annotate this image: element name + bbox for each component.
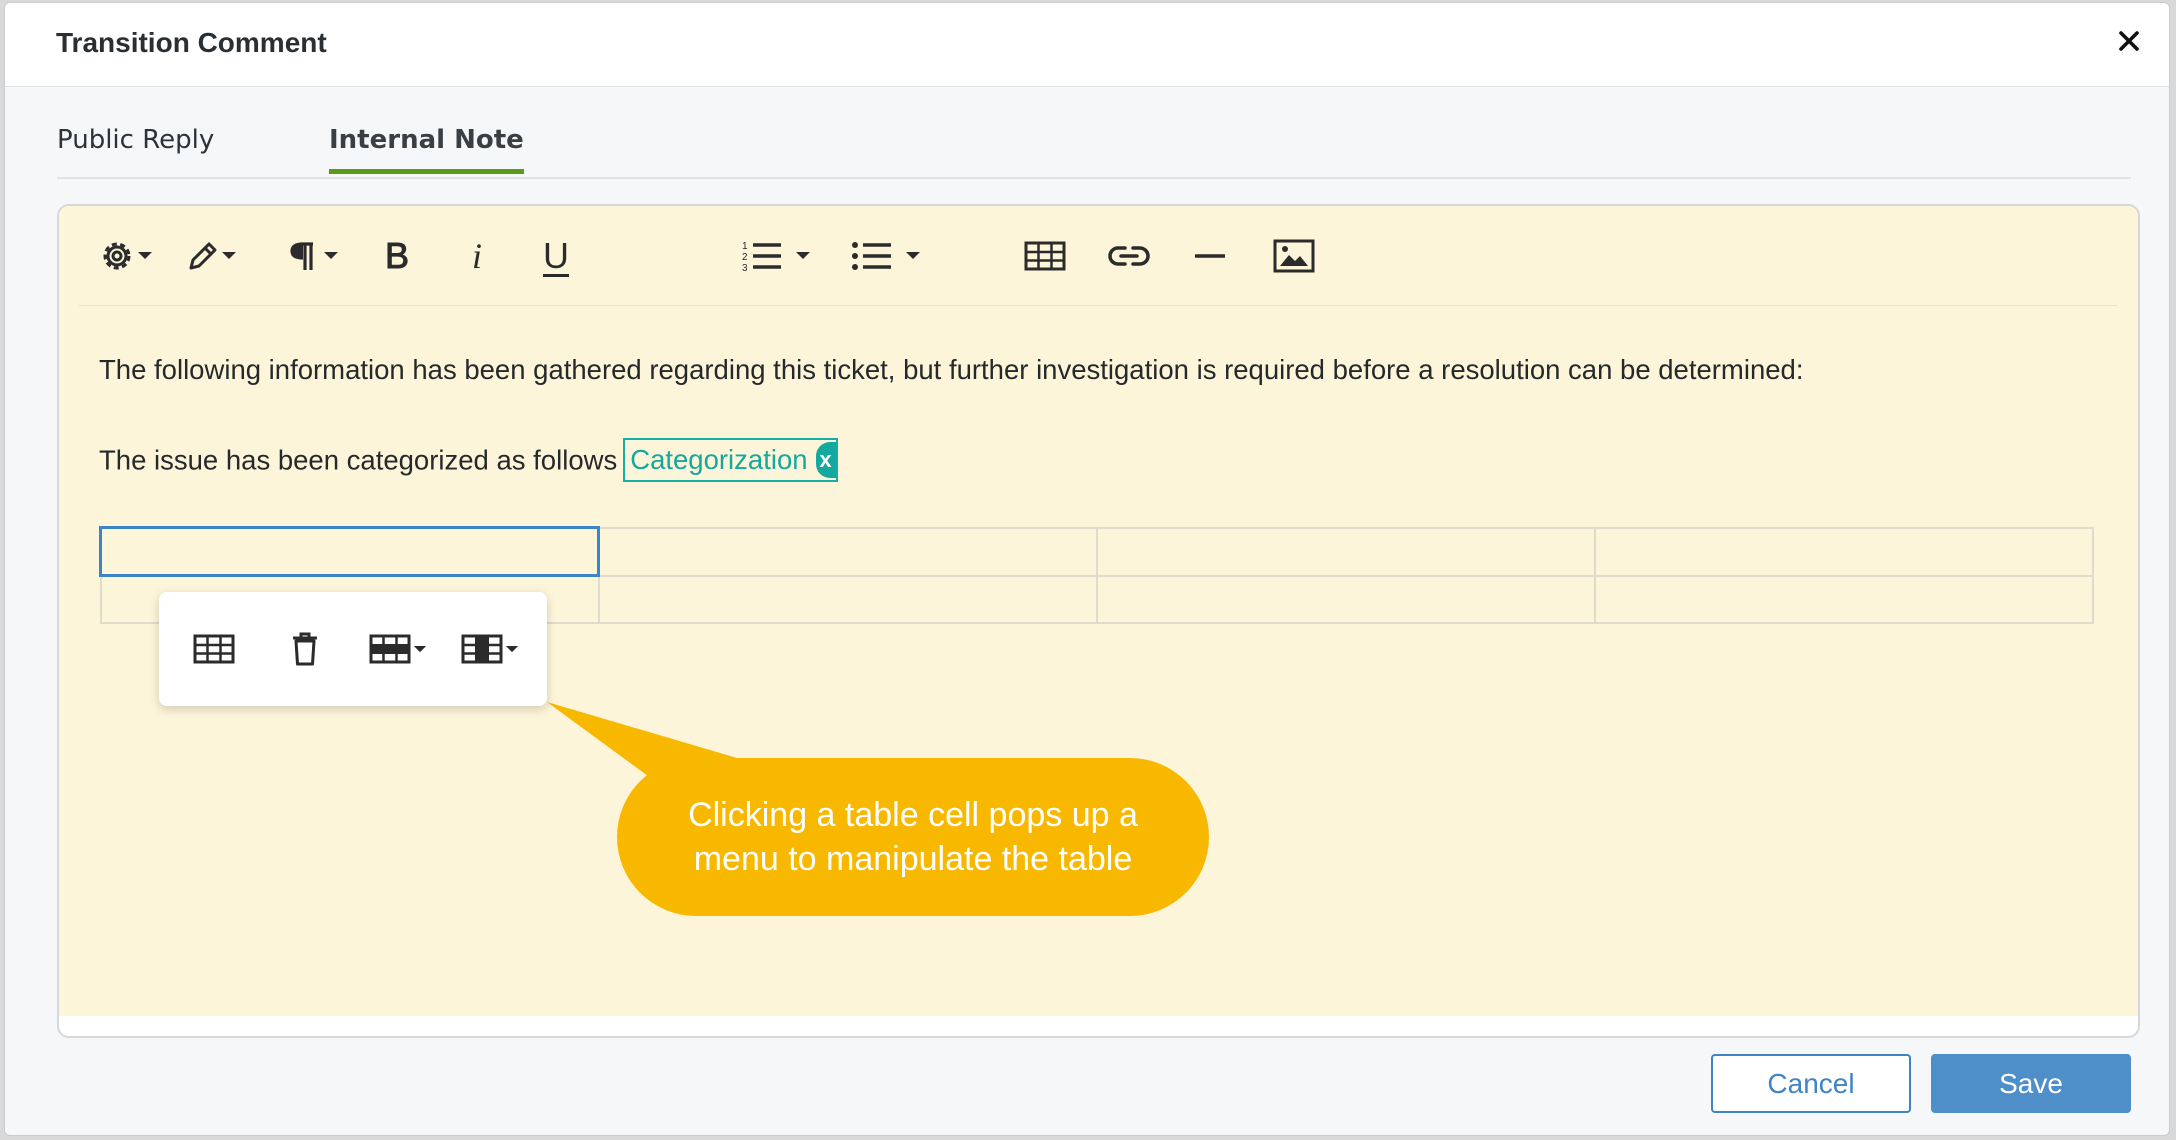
table-context-menu: [159, 592, 547, 706]
table-cell[interactable]: [597, 574, 1098, 624]
transition-comment-dialog: Transition Comment Public Reply Internal…: [4, 2, 2170, 1136]
settings-dropdown-button[interactable]: [97, 234, 153, 278]
rich-text-editor: B i U 1 2 3 The following information ha…: [57, 204, 2140, 1038]
horizontal-rule-button[interactable]: [1193, 234, 1227, 278]
dialog-header: Transition Comment: [5, 3, 2169, 87]
table-icon: [1024, 241, 1066, 271]
column-options-dropdown-button[interactable]: [461, 628, 519, 670]
categorization-token-label: Categorization: [630, 444, 808, 475]
ordered-list-dropdown-button[interactable]: 1 2 3: [741, 234, 811, 278]
table-cell[interactable]: [1593, 526, 2095, 577]
bold-icon: B: [384, 235, 410, 277]
delete-table-button[interactable]: [291, 628, 319, 670]
save-button[interactable]: Save: [1931, 1054, 2131, 1113]
paragraph-dropdown-button[interactable]: [287, 234, 339, 278]
tab-public-reply[interactable]: Public Reply: [57, 125, 214, 169]
table-properties-button[interactable]: [193, 628, 235, 670]
ordered-list-icon: 1 2 3: [742, 241, 781, 274]
close-icon: [2119, 31, 2139, 51]
chevron-down-icon: [222, 252, 236, 259]
row-options-icon: [369, 634, 411, 664]
svg-text:2: 2: [742, 252, 748, 263]
pen-icon: [189, 242, 217, 270]
underline-button[interactable]: U: [543, 234, 569, 278]
table-cell[interactable]: [98, 526, 601, 577]
horizontal-rule-icon: [1195, 254, 1225, 258]
remove-token-button[interactable]: x: [815, 442, 836, 478]
insert-image-button[interactable]: [1273, 234, 1315, 278]
close-button[interactable]: [2111, 23, 2147, 59]
callout-text: Clicking a table cell pops up a menu to …: [688, 796, 1138, 878]
row-options-dropdown-button[interactable]: [369, 628, 427, 670]
underline-icon: U: [543, 235, 569, 276]
chevron-down-icon: [505, 645, 519, 652]
unordered-list-dropdown-button[interactable]: [851, 234, 921, 278]
svg-text:1: 1: [742, 241, 748, 252]
settings-icon: [103, 242, 131, 270]
table-row: [98, 526, 2095, 577]
table-cell[interactable]: [1095, 574, 1596, 624]
link-icon: [1108, 246, 1150, 266]
chevron-down-icon: [413, 645, 427, 652]
svg-text:3: 3: [742, 263, 748, 274]
unordered-list-icon: [852, 242, 891, 270]
italic-icon: i: [472, 236, 483, 276]
style-dropdown-button[interactable]: [185, 234, 237, 278]
dialog-title: Transition Comment: [56, 27, 327, 58]
table-properties-icon: [193, 634, 235, 664]
cancel-button[interactable]: Cancel: [1711, 1054, 1911, 1113]
chevron-down-icon: [324, 252, 338, 259]
bold-button[interactable]: B: [384, 234, 410, 278]
insert-table-button[interactable]: [1024, 234, 1066, 278]
tab-internal-note[interactable]: Internal Note: [329, 125, 524, 174]
comment-tabs: Public Reply Internal Note: [57, 121, 2131, 179]
paragraph-icon: [290, 242, 313, 270]
note-paragraph-2[interactable]: The issue has been categorized as follow…: [99, 438, 838, 484]
note-paragraph-1[interactable]: The following information has been gathe…: [99, 354, 1803, 386]
image-icon: [1273, 239, 1315, 273]
table-cell[interactable]: [1095, 526, 1596, 577]
tooltip-callout: Clicking a table cell pops up a menu to …: [617, 758, 1209, 916]
table-cell[interactable]: [597, 526, 1098, 577]
italic-button[interactable]: i: [472, 234, 482, 278]
column-options-icon: [461, 634, 503, 664]
insert-link-button[interactable]: [1107, 234, 1151, 278]
chevron-down-icon: [138, 252, 152, 259]
chevron-down-icon: [906, 252, 920, 259]
delete-table-icon: [293, 632, 317, 666]
chevron-down-icon: [796, 252, 810, 259]
editor-area: B i U 1 2 3 The following information ha…: [59, 206, 2138, 1016]
categorization-token[interactable]: Categorization x: [623, 438, 838, 482]
editor-toolbar: B i U 1 2 3: [79, 206, 2118, 306]
note-paragraph-2-text: The issue has been categorized as follow…: [99, 444, 618, 476]
table-cell[interactable]: [1593, 574, 2095, 624]
